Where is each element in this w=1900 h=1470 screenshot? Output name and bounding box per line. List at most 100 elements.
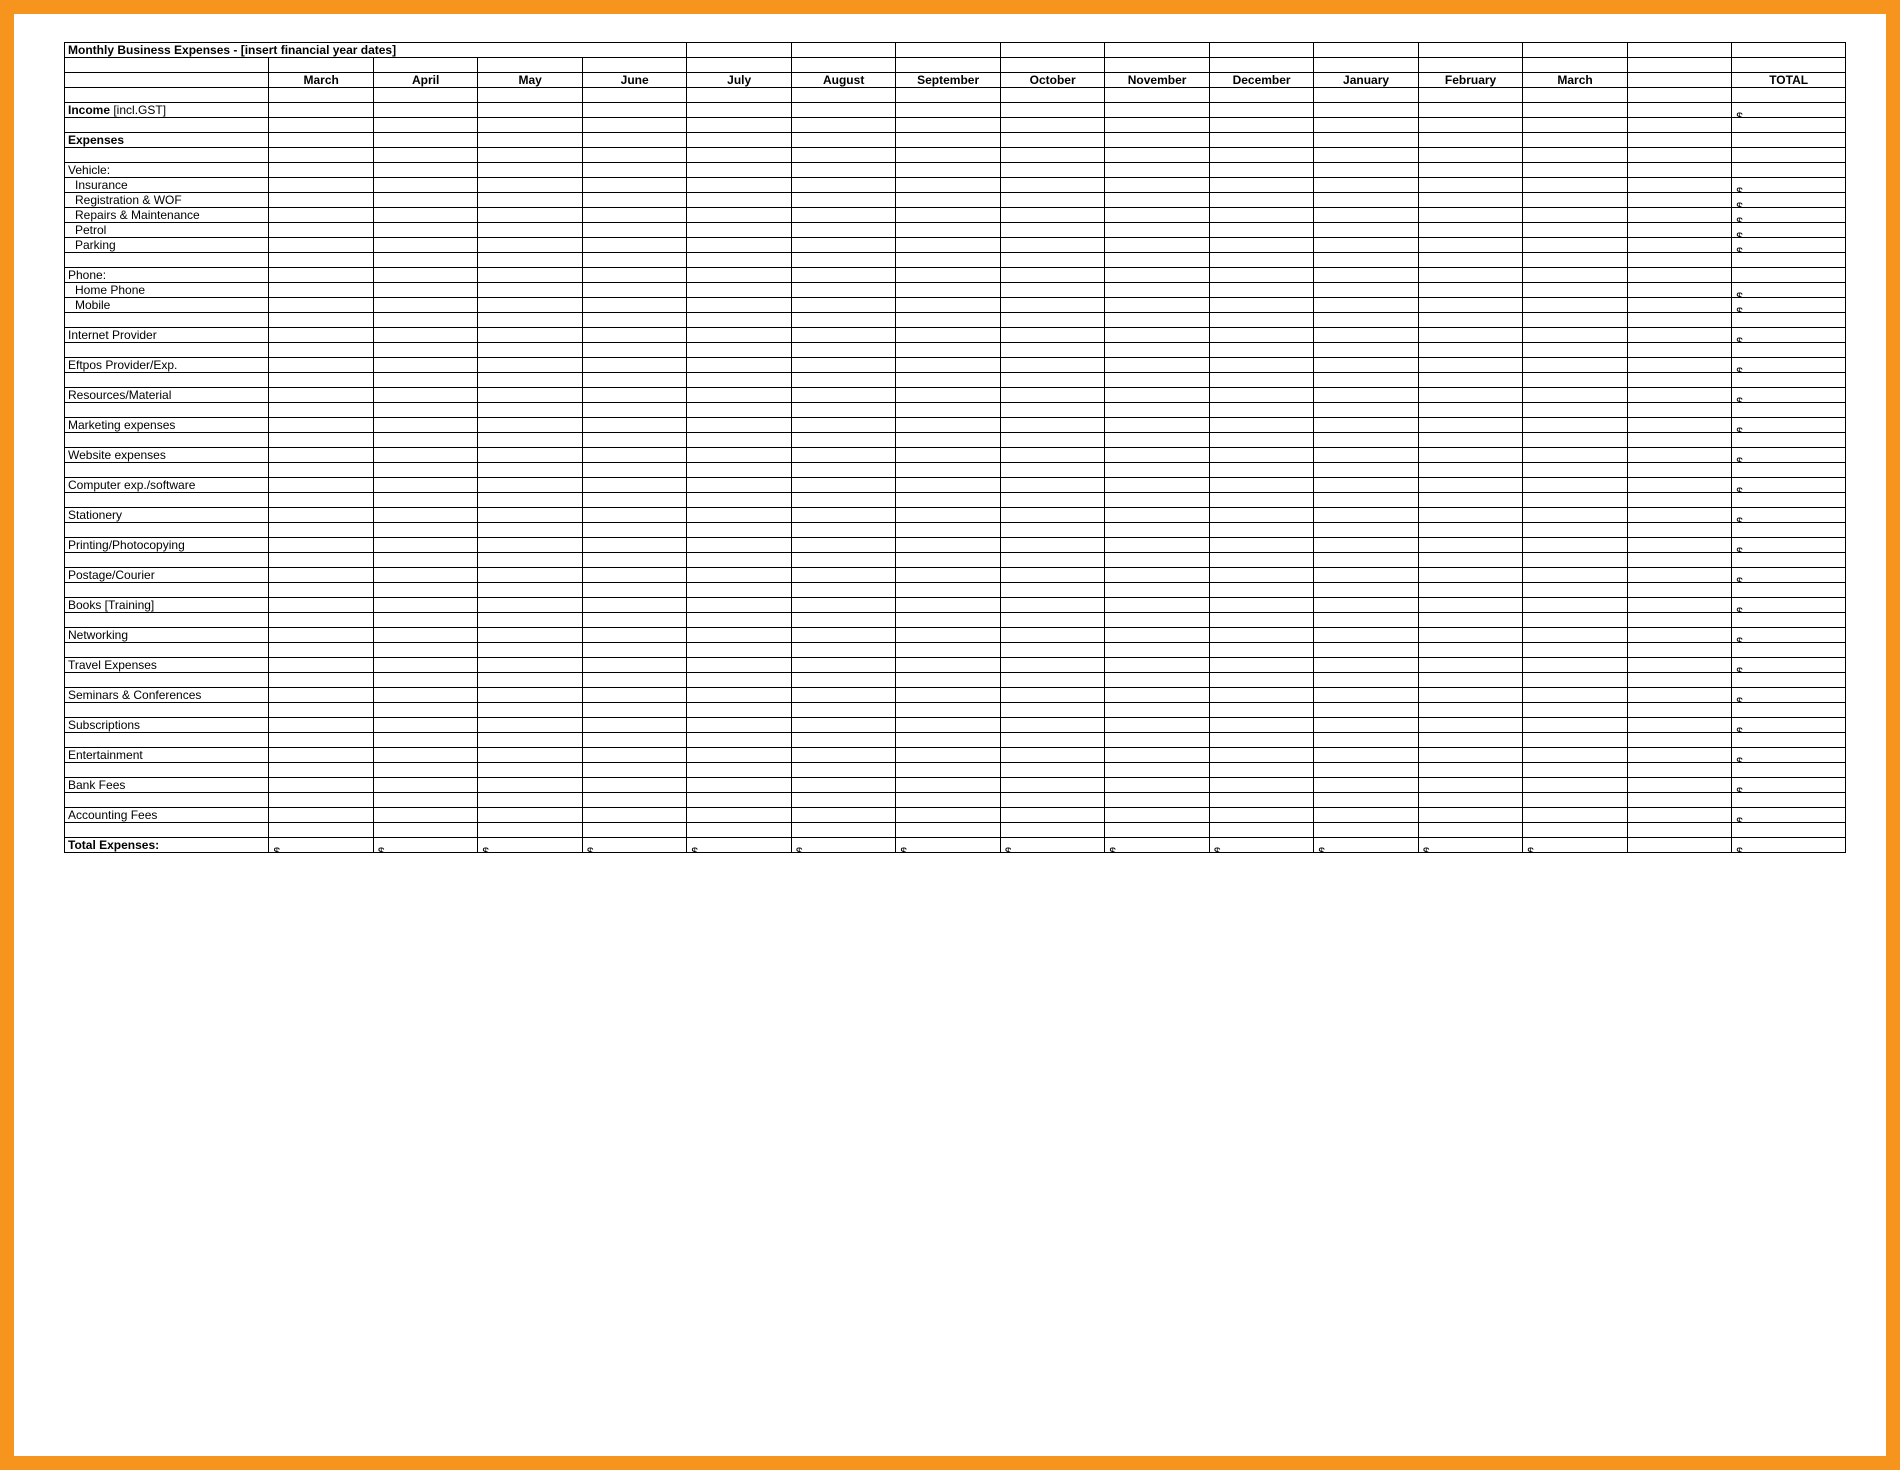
cell[interactable]: [791, 673, 895, 688]
cell[interactable]: [269, 283, 373, 298]
cell[interactable]: [1105, 148, 1209, 163]
cell[interactable]: [1209, 538, 1313, 553]
cell[interactable]: [269, 508, 373, 523]
cell[interactable]: [1209, 178, 1313, 193]
cell[interactable]: [1418, 328, 1522, 343]
cell[interactable]: [1418, 703, 1522, 718]
cell[interactable]: [1418, 403, 1522, 418]
cell[interactable]: [373, 508, 477, 523]
cell[interactable]: [687, 103, 791, 118]
cell[interactable]: [582, 238, 687, 253]
cell[interactable]: [896, 403, 1000, 418]
cell[interactable]: [478, 373, 582, 388]
cell[interactable]: [896, 178, 1000, 193]
cell[interactable]: [582, 403, 687, 418]
cell[interactable]: [791, 283, 895, 298]
cell[interactable]: [687, 43, 791, 58]
cell[interactable]: [1105, 403, 1209, 418]
cell[interactable]: [791, 538, 895, 553]
cell[interactable]: [1523, 703, 1627, 718]
cell[interactable]: [687, 493, 791, 508]
cell[interactable]: [1523, 748, 1627, 763]
cell[interactable]: [1314, 58, 1418, 73]
cell[interactable]: [373, 748, 477, 763]
cell[interactable]: [896, 328, 1000, 343]
cell[interactable]: [791, 193, 895, 208]
cell[interactable]: [1627, 733, 1731, 748]
cell[interactable]: [373, 238, 477, 253]
cell[interactable]: [1000, 628, 1104, 643]
cell[interactable]: [896, 778, 1000, 793]
cell[interactable]: [791, 523, 895, 538]
cell[interactable]: [478, 133, 582, 148]
cell[interactable]: [1105, 88, 1209, 103]
cell[interactable]: [1523, 373, 1627, 388]
cell[interactable]: [1732, 733, 1846, 748]
cell[interactable]: [373, 613, 477, 628]
cell[interactable]: [1627, 823, 1731, 838]
cell[interactable]: [1209, 808, 1313, 823]
cell[interactable]: [1732, 703, 1846, 718]
cell[interactable]: [1000, 253, 1104, 268]
cell[interactable]: [478, 658, 582, 673]
cell[interactable]: [478, 718, 582, 733]
cell[interactable]: [1523, 553, 1627, 568]
cell[interactable]: [582, 343, 687, 358]
cell[interactable]: [1314, 403, 1418, 418]
cell[interactable]: [65, 493, 269, 508]
cell[interactable]: [1627, 763, 1731, 778]
cell[interactable]: [1105, 343, 1209, 358]
cell[interactable]: [373, 463, 477, 478]
cell[interactable]: [478, 628, 582, 643]
cell[interactable]: [582, 283, 687, 298]
cell[interactable]: [687, 403, 791, 418]
cell[interactable]: [896, 793, 1000, 808]
cell[interactable]: [687, 313, 791, 328]
cell[interactable]: [582, 58, 687, 73]
cell[interactable]: [896, 463, 1000, 478]
cell[interactable]: [582, 478, 687, 493]
cell[interactable]: [65, 733, 269, 748]
cell[interactable]: [1627, 583, 1731, 598]
cell[interactable]: [687, 193, 791, 208]
cell[interactable]: [1209, 598, 1313, 613]
cell[interactable]: [1732, 58, 1846, 73]
cell[interactable]: [1105, 298, 1209, 313]
cell[interactable]: [1418, 598, 1522, 613]
cell[interactable]: [373, 568, 477, 583]
cell[interactable]: [896, 628, 1000, 643]
cell[interactable]: [896, 478, 1000, 493]
cell[interactable]: [1314, 88, 1418, 103]
cell[interactable]: [1523, 283, 1627, 298]
cell[interactable]: [896, 643, 1000, 658]
cell[interactable]: [373, 328, 477, 343]
cell[interactable]: [1418, 208, 1522, 223]
cell[interactable]: [1627, 463, 1731, 478]
cell[interactable]: [1418, 313, 1522, 328]
cell[interactable]: [687, 478, 791, 493]
cell[interactable]: [1209, 88, 1313, 103]
cell[interactable]: [1105, 538, 1209, 553]
cell[interactable]: [1523, 328, 1627, 343]
cell[interactable]: [582, 328, 687, 343]
cell[interactable]: [582, 568, 687, 583]
cell[interactable]: [269, 373, 373, 388]
cell[interactable]: [896, 538, 1000, 553]
cell[interactable]: [1418, 58, 1522, 73]
cell[interactable]: [582, 673, 687, 688]
cell[interactable]: [1105, 163, 1209, 178]
cell[interactable]: [687, 823, 791, 838]
cell[interactable]: [896, 733, 1000, 748]
cell[interactable]: [269, 313, 373, 328]
cell[interactable]: [1627, 568, 1731, 583]
cell[interactable]: [373, 598, 477, 613]
cell[interactable]: [373, 58, 477, 73]
cell[interactable]: [1732, 133, 1846, 148]
cell[interactable]: [269, 418, 373, 433]
cell[interactable]: [1418, 133, 1522, 148]
cell[interactable]: [582, 103, 687, 118]
cell[interactable]: [269, 583, 373, 598]
cell[interactable]: [582, 553, 687, 568]
cell[interactable]: [373, 688, 477, 703]
cell[interactable]: [582, 373, 687, 388]
